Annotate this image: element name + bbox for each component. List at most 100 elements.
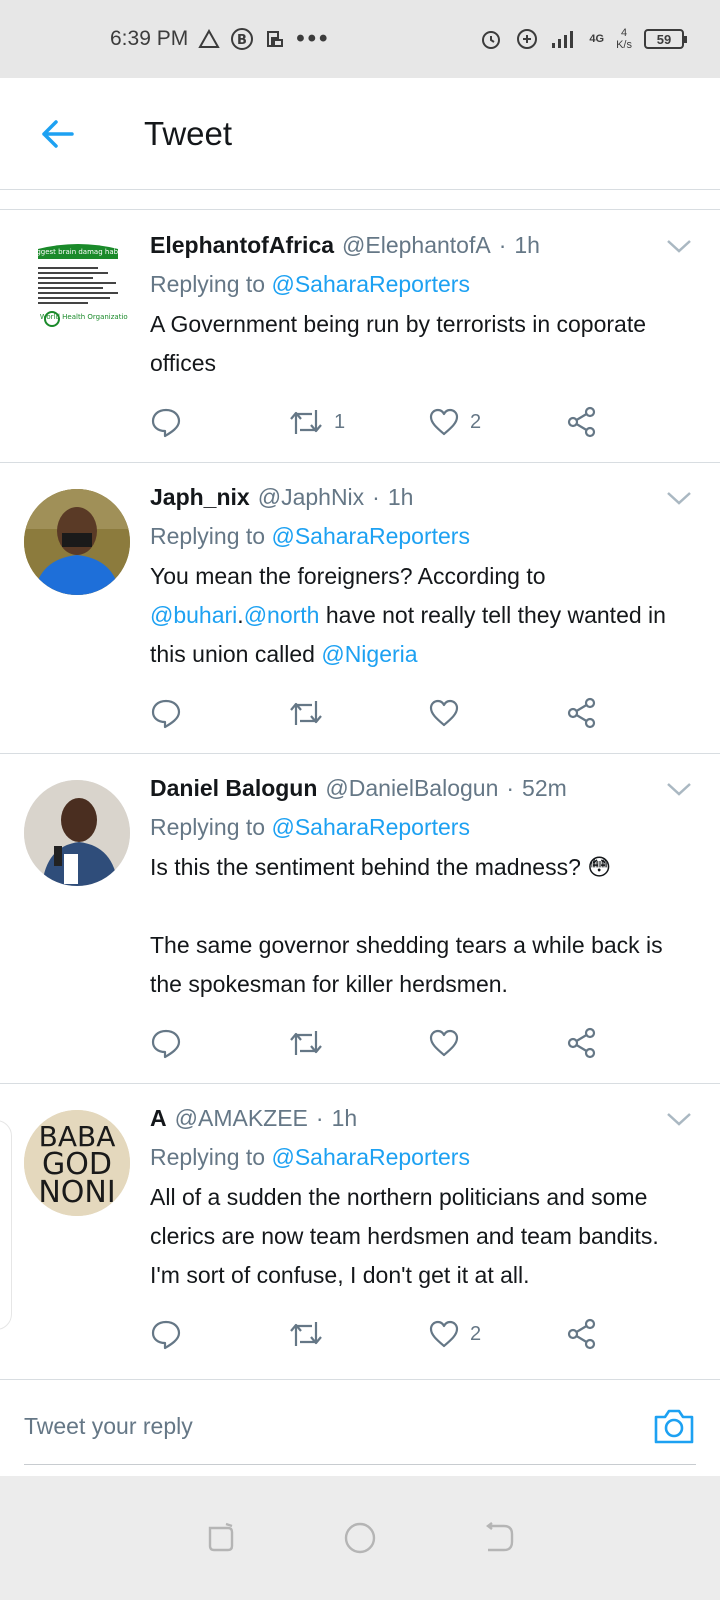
share-button[interactable]	[566, 1027, 626, 1059]
share-icon	[567, 1318, 596, 1350]
status-bar: 6:39 PM B ••• 4G 4 K/s 59	[0, 0, 720, 78]
avatar-image	[24, 489, 130, 595]
author-handle[interactable]: @JaphNix	[258, 481, 364, 513]
svg-text:World Health Organization: World Health Organization	[40, 313, 128, 321]
separator-dot: ·	[372, 484, 380, 510]
tweet-text: Is this the sentiment behind the madness…	[150, 848, 720, 1004]
reply-button[interactable]	[150, 1027, 288, 1059]
tweet-header: Daniel Balogun @DanielBalogun · 52m	[150, 772, 720, 804]
replying-to-link[interactable]: @SaharaReporters	[271, 271, 470, 297]
reply-button[interactable]	[150, 697, 288, 729]
replying-to-link[interactable]: @SaharaReporters	[271, 814, 470, 840]
tweet-header: A @AMAKZEE · 1h	[150, 1102, 720, 1134]
avatar[interactable]	[24, 780, 130, 886]
status-time: 6:39 PM	[110, 27, 189, 50]
separator-dot: ·	[498, 232, 507, 258]
retweet-icon	[290, 701, 322, 725]
chevron-down-icon	[667, 1113, 691, 1126]
share-button[interactable]	[566, 406, 626, 438]
share-icon	[567, 1027, 596, 1059]
replying-prefix: Replying to	[150, 1144, 266, 1170]
avatar[interactable]: Biggest brain damag habits World Health …	[28, 237, 128, 343]
heart-icon	[429, 1320, 459, 1348]
share-button[interactable]	[566, 697, 626, 729]
tweet-time: 1h	[514, 232, 540, 258]
author-handle[interactable]: @ElephantofA	[342, 229, 491, 261]
replying-to: Replying to @SaharaReporters	[150, 810, 720, 844]
tweet[interactable]: BABA GOD NONI A @AMAKZEE · 1h Replying t…	[0, 1084, 720, 1376]
status-left: 6:39 PM B •••	[110, 25, 330, 53]
author-name[interactable]: ElephantofAfrica	[150, 229, 334, 261]
tweet-text: All of a sudden the northern politicians…	[150, 1184, 659, 1288]
b-circle-icon: B	[231, 28, 254, 50]
back-arrow-icon	[42, 119, 74, 148]
tweet-menu-button[interactable]	[664, 483, 694, 513]
avatar[interactable]	[24, 489, 130, 595]
mention-link[interactable]: @Nigeria	[321, 641, 417, 667]
like-button[interactable]: 2	[428, 407, 566, 437]
separator-dot: ·	[506, 775, 515, 801]
retweet-button[interactable]	[288, 697, 428, 729]
retweet-button[interactable]: 1	[288, 406, 428, 438]
avatar-image	[24, 780, 130, 886]
network-speed-value: 4	[620, 27, 628, 39]
tweet-text-paragraph: The same governor shedding tears a while…	[150, 932, 663, 997]
edge-panel-handle[interactable]	[0, 1120, 12, 1330]
author-handle[interactable]: @DanielBalogun	[325, 772, 498, 804]
author-name[interactable]: A	[150, 1102, 167, 1134]
replying-to: Replying to @SaharaReporters	[150, 519, 720, 553]
tweet-actions: 1 2	[150, 397, 720, 447]
reply-button[interactable]	[150, 406, 288, 438]
tweet-header: ElephantofAfrica @ElephantofA · 1h	[150, 229, 720, 261]
retweet-button[interactable]	[288, 1027, 428, 1059]
tweet[interactable]: Biggest brain damag habits World Health …	[0, 211, 720, 463]
author-handle[interactable]: @AMAKZEE	[175, 1102, 308, 1134]
camera-button[interactable]	[652, 1406, 696, 1446]
like-count: 2	[470, 410, 482, 433]
share-icon	[567, 697, 596, 729]
app-notification-icon	[267, 31, 284, 47]
app-header: Tweet	[0, 78, 720, 190]
like-button[interactable]: 2	[428, 1319, 566, 1349]
svg-text:Biggest brain damag habits: Biggest brain damag habits	[30, 248, 127, 256]
reply-icon	[151, 1029, 181, 1059]
like-button[interactable]	[428, 1028, 566, 1058]
retweet-icon	[290, 1031, 322, 1055]
tweet-menu-button[interactable]	[664, 231, 694, 261]
system-navigation-bar	[0, 1476, 720, 1600]
reply-input[interactable]	[24, 1400, 612, 1452]
replies-feed[interactable]: Biggest brain damag habits World Health …	[0, 211, 720, 1376]
tweet-menu-button[interactable]	[664, 1104, 694, 1134]
mention-link[interactable]: @buhari	[150, 602, 237, 628]
tweet-menu-button[interactable]	[664, 774, 694, 804]
home-button[interactable]	[340, 1518, 380, 1558]
chevron-down-icon	[667, 783, 691, 796]
chevron-down-icon	[667, 492, 691, 505]
retweet-count: 1	[334, 410, 346, 433]
network-speed-unit: K/s	[616, 39, 632, 51]
tweet-time: 1h	[331, 1105, 358, 1131]
mention-link[interactable]: @north	[244, 602, 320, 628]
recent-apps-button[interactable]	[200, 1518, 240, 1558]
tweet-header: Japh_nix @JaphNix · 1h	[150, 481, 720, 513]
back-button[interactable]	[22, 99, 92, 169]
tweet[interactable]: Japh_nix @JaphNix · 1h Replying to @Saha…	[0, 463, 720, 754]
replying-to-link[interactable]: @SaharaReporters	[271, 523, 470, 549]
replying-to: Replying to @SaharaReporters	[150, 1140, 720, 1174]
tweet[interactable]: Daniel Balogun @DanielBalogun · 52m Repl…	[0, 754, 720, 1084]
system-back-button[interactable]	[480, 1518, 520, 1558]
author-name[interactable]: Japh_nix	[150, 481, 250, 513]
network-type: 4G	[589, 33, 604, 45]
replying-to-link[interactable]: @SaharaReporters	[271, 1144, 470, 1170]
avatar[interactable]: BABA GOD NONI	[24, 1110, 130, 1216]
tweet-time: 52m	[522, 775, 567, 801]
replying-prefix: Replying to	[150, 814, 266, 840]
svg-text:B: B	[237, 33, 247, 48]
author-name[interactable]: Daniel Balogun	[150, 772, 317, 804]
like-button[interactable]	[428, 698, 566, 728]
reply-icon	[151, 699, 181, 729]
reply-button[interactable]	[150, 1318, 288, 1350]
retweet-button[interactable]	[288, 1318, 428, 1350]
share-button[interactable]	[566, 1318, 626, 1350]
home-circle-icon	[344, 1522, 376, 1554]
